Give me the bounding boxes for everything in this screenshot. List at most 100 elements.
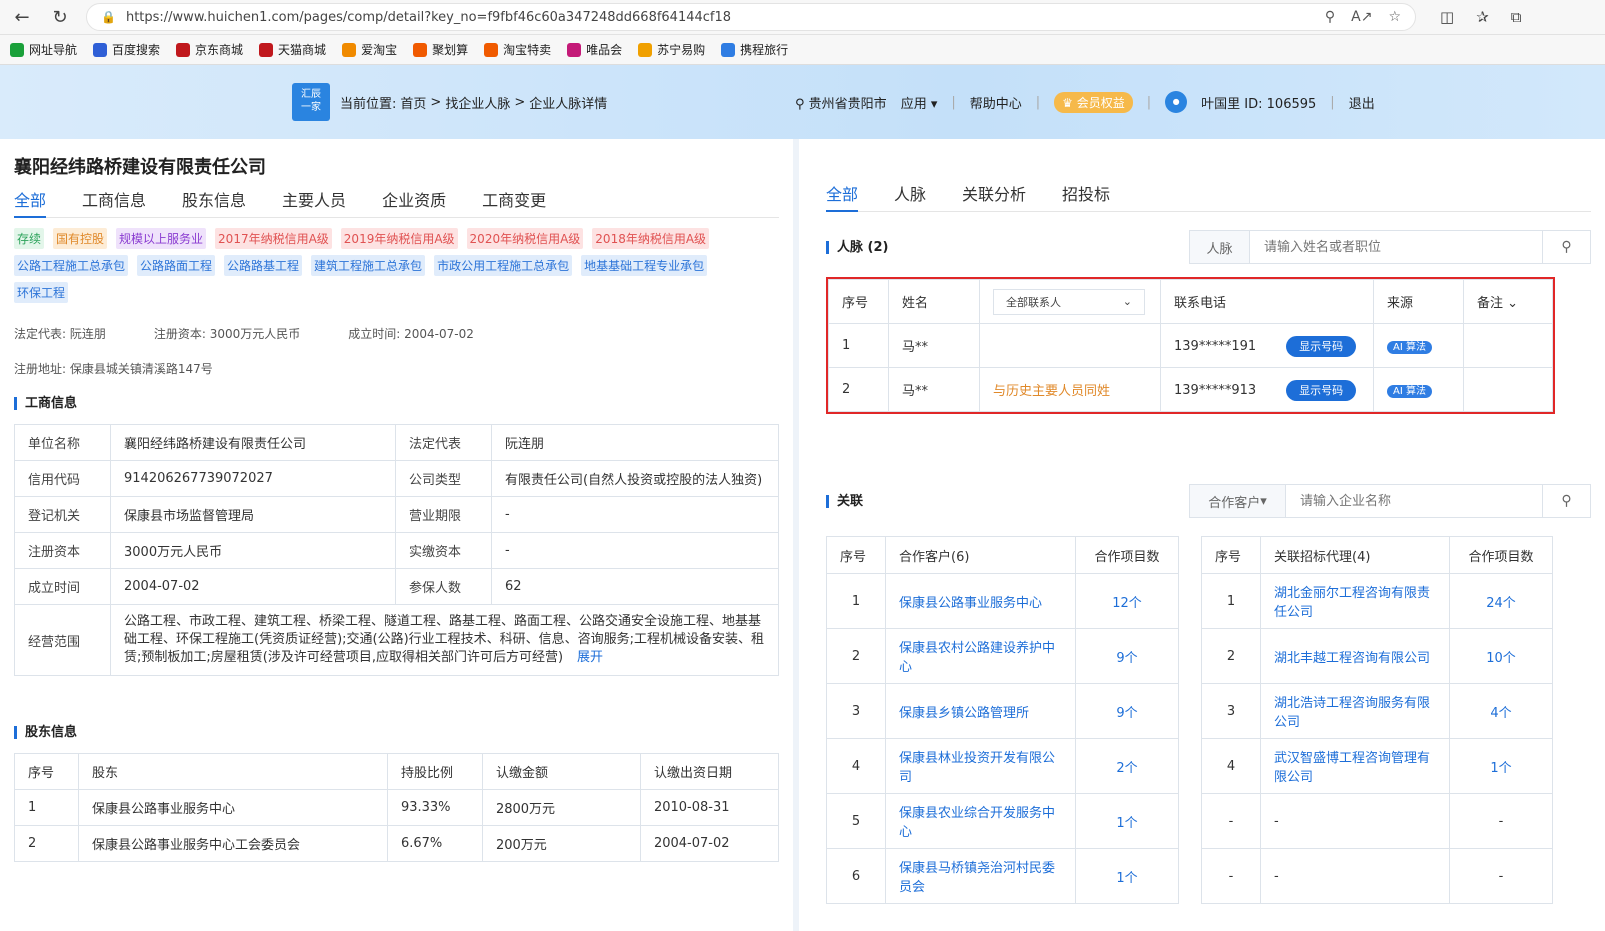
company-tag: 公路工程施工总承包	[14, 255, 129, 276]
read-aloud-icon[interactable]: A↗	[1351, 9, 1372, 25]
table-row: 1 保康县公路事业服务中心 93.33% 2800万元 2010-08-31	[14, 789, 780, 826]
col-note[interactable]: 备注 ⌄	[1463, 279, 1553, 324]
contacts-panel: 全部人脉关联分析招投标 人脉 (2) 人脉 ⚲ 序号 姓名 全部联系人⌄ 联系电…	[799, 139, 1605, 931]
back-icon[interactable]: ←	[10, 7, 34, 28]
bookmark-favicon-icon	[10, 42, 24, 57]
favorite-star-icon[interactable]: ☆	[1388, 9, 1401, 25]
relation-search-input[interactable]	[1286, 485, 1542, 517]
table-row: 2 保康县公路事业服务中心工会委员会 6.67% 200万元 2004-07-02	[14, 825, 780, 862]
agent-cell[interactable]: 湖北金丽尔工程咨询有限责任公司	[1260, 573, 1450, 629]
relation-title: 关联	[826, 494, 863, 508]
client-cell[interactable]: 保康县公路事业服务中心	[885, 573, 1076, 629]
url-text[interactable]: https://www.huichen1.com/pages/comp/deta…	[126, 10, 1315, 25]
bookmark-item[interactable]: 天猫商城	[259, 41, 326, 58]
biz-value: 62	[491, 568, 779, 605]
client-cell[interactable]: 9个	[1075, 683, 1179, 739]
favorites-icon[interactable]: ✰	[1476, 8, 1489, 26]
show-number-button[interactable]: 显示号码	[1286, 335, 1357, 357]
bookmark-item[interactable]: 爱淘宝	[342, 41, 397, 58]
table-row: 5 保康县农业综合开发服务中心 1个	[826, 793, 1179, 849]
person-note	[1463, 323, 1553, 368]
help-center-link[interactable]: 帮助中心	[970, 93, 1022, 112]
address-bar[interactable]: 🔒 https://www.huichen1.com/pages/comp/de…	[86, 3, 1416, 31]
tab-5[interactable]: 工商变更	[482, 187, 546, 211]
search-icon[interactable]: ⚲	[1542, 231, 1590, 263]
bookmark-label: 网址导航	[29, 43, 78, 57]
tab-1[interactable]: 工商信息	[82, 187, 146, 211]
refresh-icon[interactable]: ↻	[48, 7, 72, 28]
bookmark-item[interactable]: 京东商城	[176, 41, 243, 58]
person-relation: 与历史主要人员同姓	[979, 367, 1161, 412]
site-logo[interactable]: 汇辰 一家	[292, 83, 330, 121]
chevron-down-icon: ⌄	[1507, 296, 1519, 311]
shareholder-header: 序号	[14, 753, 79, 790]
bookmark-item[interactable]: 聚划算	[413, 41, 468, 58]
client-cell[interactable]: 1个	[1075, 848, 1179, 904]
agent-cell: -	[1201, 848, 1261, 904]
biz-key: 实缴资本	[395, 532, 492, 569]
shareholder-cell: 保康县公路事业服务中心	[78, 789, 388, 826]
client-cell[interactable]: 12个	[1075, 573, 1179, 629]
tab-4[interactable]: 企业资质	[382, 187, 446, 211]
bookmark-item[interactable]: 苏宁易购	[638, 41, 705, 58]
bookmark-item[interactable]: 唯品会	[567, 41, 622, 58]
bookmark-item[interactable]: 携程旅行	[721, 41, 788, 58]
biz-value: 914206267739072027	[110, 460, 396, 497]
agent-cell[interactable]: 24个	[1449, 573, 1553, 629]
shareholder-cell: 200万元	[481, 825, 641, 862]
relation-type-select[interactable]: 合作客户 ▾	[1190, 485, 1286, 517]
agent-cell[interactable]: 湖北浩诗工程咨询服务有限公司	[1260, 683, 1450, 739]
logout-link[interactable]: 退出	[1349, 93, 1375, 112]
right-tab-1[interactable]: 人脉	[894, 181, 926, 205]
client-cell[interactable]: 保康县马桥镇尧治河村民委员会	[885, 848, 1076, 904]
col-phone: 联系电话	[1160, 279, 1374, 324]
agent-cell[interactable]: 10个	[1449, 628, 1553, 684]
table-row: 2 湖北丰越工程咨询有限公司 10个	[1201, 628, 1553, 684]
tab-2[interactable]: 股东信息	[182, 187, 246, 211]
right-tab-0[interactable]: 全部	[826, 181, 859, 212]
table-row: 2 保康县农村公路建设养护中心 9个	[826, 628, 1179, 684]
bookmark-item[interactable]: 百度搜索	[93, 41, 160, 58]
legal-rep: 法定代表: 阮连朋	[14, 327, 106, 341]
table-row: ---	[1201, 793, 1553, 849]
collections-icon[interactable]: ⧉	[1511, 8, 1522, 26]
client-cell[interactable]: 保康县林业投资开发有限公司	[885, 738, 1076, 794]
agent-cell: 3	[1201, 683, 1261, 739]
breadcrumb-find[interactable]: 找企业人脉	[445, 93, 510, 112]
client-cell[interactable]: 1个	[1075, 793, 1179, 849]
apps-menu[interactable]: 应用 ▾	[901, 93, 938, 112]
agent-cell[interactable]: 4个	[1449, 683, 1553, 739]
reg-capital: 注册资本: 3000万元人民币	[153, 327, 301, 341]
company-tag: 公路路基工程	[224, 255, 303, 276]
zoom-icon[interactable]: ⚲	[1325, 9, 1335, 25]
person-relation	[979, 323, 1161, 368]
search-icon[interactable]: ⚲	[1542, 485, 1590, 517]
bookmark-item[interactable]: 网址导航	[10, 41, 77, 58]
right-tab-2[interactable]: 关联分析	[962, 181, 1026, 205]
agent-cell[interactable]: 武汉智盛博工程咨询管理有限公司	[1260, 738, 1450, 794]
client-cell[interactable]: 保康县农业综合开发服务中心	[885, 793, 1076, 849]
bookmark-item[interactable]: 淘宝特卖	[484, 41, 551, 58]
client-cell[interactable]: 保康县农村公路建设养护中心	[885, 628, 1076, 684]
tab-3[interactable]: 主要人员	[282, 187, 346, 211]
user-avatar[interactable]: ●	[1165, 91, 1188, 113]
breadcrumb-home[interactable]: 首页	[400, 93, 426, 112]
contact-filter-select[interactable]: 全部联系人 ⌄	[993, 288, 1145, 315]
right-tab-3[interactable]: 招投标	[1062, 181, 1110, 205]
expand-link[interactable]: 展开	[577, 650, 603, 665]
company-tag: 规模以上服务业	[116, 228, 207, 249]
vip-benefits-button[interactable]: ♛ 会员权益	[1054, 91, 1133, 113]
client-cell[interactable]: 保康县乡镇公路管理所	[885, 683, 1076, 739]
location-pin-icon: ⚲	[795, 96, 805, 112]
people-search-input[interactable]	[1250, 231, 1542, 263]
show-number-button[interactable]: 显示号码	[1286, 379, 1357, 401]
biz-key: 单位名称	[14, 424, 111, 461]
agent-cell[interactable]: 湖北丰越工程咨询有限公司	[1260, 628, 1450, 684]
tab-0[interactable]: 全部	[14, 187, 47, 218]
agent-cell[interactable]: 1个	[1449, 738, 1553, 794]
biz-scope-value: 公路工程、市政工程、建筑工程、桥梁工程、隧道工程、路基工程、路面工程、公路交通安…	[110, 604, 779, 676]
client-cell[interactable]: 9个	[1075, 628, 1179, 684]
split-screen-icon[interactable]: ◫	[1440, 8, 1454, 26]
location-link[interactable]: ⚲ 贵州省贵阳市	[795, 93, 887, 112]
client-cell[interactable]: 2个	[1075, 738, 1179, 794]
